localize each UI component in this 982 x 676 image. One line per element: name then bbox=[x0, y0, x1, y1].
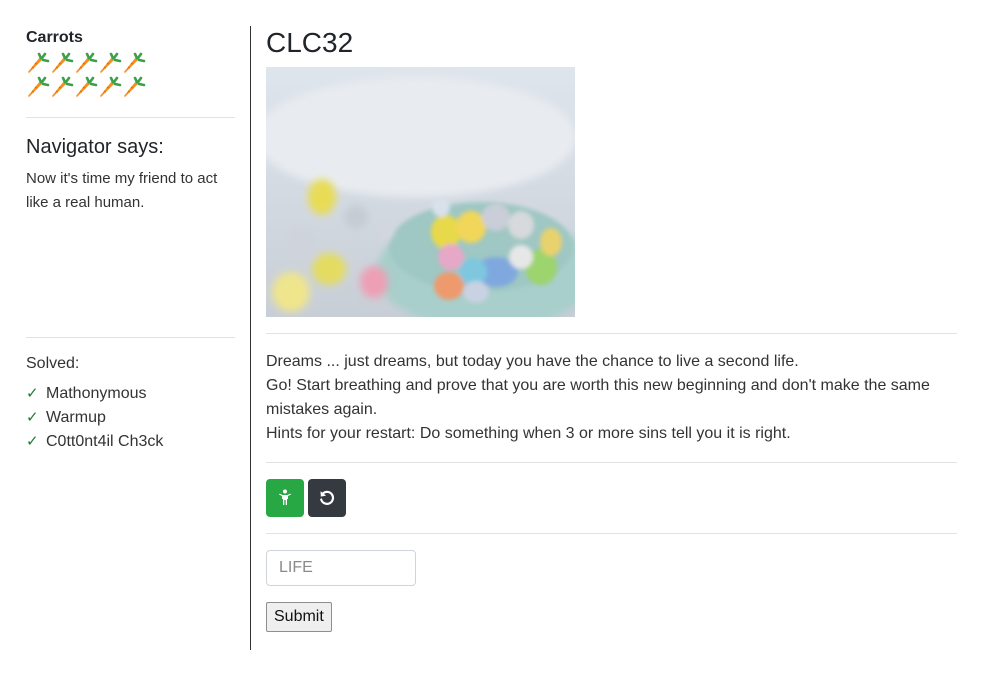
answer-input[interactable] bbox=[266, 550, 416, 586]
carrot-icon bbox=[52, 76, 74, 97]
sidebar-divider bbox=[26, 117, 235, 118]
solved-item: ✓ Mathonymous bbox=[26, 382, 235, 406]
carrot-icon bbox=[100, 76, 122, 97]
solved-list: ✓ Mathonymous ✓ Warmup ✓ C0tt0nt4il Ch3c… bbox=[26, 382, 235, 454]
column-divider bbox=[250, 26, 251, 650]
carrot-icon bbox=[124, 76, 146, 97]
main-content: CLC32 Dreams ... just dreams, but today … bbox=[266, 26, 957, 632]
description-line: Go! Start breathing and prove that you a… bbox=[266, 377, 930, 418]
page-title: CLC32 bbox=[266, 27, 354, 58]
carrot-icon bbox=[76, 76, 98, 97]
carrot-grid bbox=[26, 52, 146, 100]
navigator-title: Navigator says: bbox=[26, 136, 164, 158]
navigator-text: Now it's time my friend to act like a re… bbox=[26, 170, 218, 211]
person-standing-icon bbox=[279, 489, 291, 505]
carrots-title: Carrots bbox=[26, 29, 83, 46]
carrot-icon bbox=[76, 52, 98, 73]
challenge-image bbox=[266, 67, 575, 317]
content-divider bbox=[266, 333, 957, 334]
action-buttons bbox=[266, 479, 957, 517]
carrot-icon bbox=[28, 76, 50, 97]
carrot-icon bbox=[28, 52, 50, 73]
check-icon: ✓ bbox=[26, 433, 39, 450]
solved-label: Solved: bbox=[26, 355, 80, 372]
carrot-icon bbox=[52, 52, 74, 73]
challenge-description: Dreams ... just dreams, but today you ha… bbox=[266, 350, 957, 446]
solved-item: ✓ Warmup bbox=[26, 406, 235, 430]
check-icon: ✓ bbox=[26, 385, 39, 402]
answer-form: Submit bbox=[266, 550, 957, 632]
restart-button[interactable] bbox=[308, 479, 346, 517]
description-line: Hints for your restart: Do something whe… bbox=[266, 425, 791, 442]
restart-icon bbox=[320, 490, 335, 505]
solved-item-label: C0tt0nt4il Ch3ck bbox=[46, 433, 164, 450]
carrot-icon bbox=[124, 52, 146, 73]
sidebar: Carrots Navigator says: Now it's time my… bbox=[26, 28, 235, 454]
sidebar-divider bbox=[26, 337, 235, 338]
solved-item-label: Mathonymous bbox=[46, 385, 147, 402]
content-divider bbox=[266, 462, 957, 463]
carrot-icon bbox=[100, 52, 122, 73]
description-line: Dreams ... just dreams, but today you ha… bbox=[266, 353, 799, 370]
check-icon: ✓ bbox=[26, 409, 39, 426]
solved-item: ✓ C0tt0nt4il Ch3ck bbox=[26, 430, 235, 454]
submit-button[interactable]: Submit bbox=[266, 602, 332, 632]
solved-item-label: Warmup bbox=[46, 409, 106, 426]
hint-button[interactable] bbox=[266, 479, 304, 517]
content-divider bbox=[266, 533, 957, 534]
